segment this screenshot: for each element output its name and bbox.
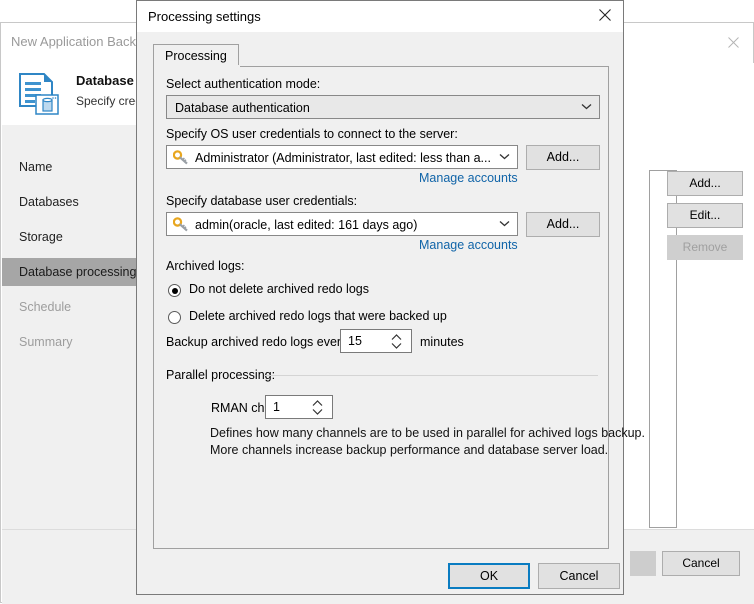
tab-panel-seam — [154, 65, 240, 67]
chevron-down-icon — [581, 96, 592, 118]
os-credentials-add-button[interactable]: Add... — [526, 145, 600, 170]
db-credentials-manage-accounts-link[interactable]: Manage accounts — [419, 238, 518, 252]
db-credentials-value: admin(oracle, last edited: 161 days ago) — [195, 218, 418, 232]
spinner-arrows-icon[interactable] — [311, 398, 324, 417]
key-icon — [172, 150, 189, 165]
tab-panel: Select authentication mode: Database aut… — [153, 66, 645, 549]
spinner-arrows-icon[interactable] — [390, 332, 403, 351]
db-credentials-add-button[interactable]: Add... — [526, 212, 600, 237]
os-credentials-value: Administrator (Administrator, last edite… — [195, 151, 491, 165]
parallel-processing-label: Parallel processing: — [166, 368, 276, 382]
auth-mode-select[interactable]: Database authentication — [166, 95, 600, 119]
add-button[interactable]: Add... — [667, 171, 743, 196]
edit-button[interactable]: Edit... — [667, 203, 743, 228]
ok-button[interactable]: OK — [448, 563, 530, 589]
sidebar-item-databases[interactable]: Databases — [2, 188, 137, 216]
sidebar-item-summary: Summary — [19, 335, 73, 349]
dialog-cancel-button[interactable]: Cancel — [538, 563, 620, 589]
background-window-title: New Application Backup — [11, 34, 151, 49]
sidebar-item-schedule: Schedule — [19, 300, 72, 314]
backup-interval-units: minutes — [420, 335, 464, 349]
backup-interval-stepper[interactable]: 15 — [340, 329, 412, 353]
wizard-sidebar: Name Databases Storage Database processi… — [2, 125, 138, 529]
background-page-subtitle: Specify cred — [76, 94, 143, 108]
tab-processing[interactable]: Processing — [153, 44, 239, 67]
dialog-titlebar: Processing settings — [137, 1, 623, 32]
close-icon[interactable] — [594, 6, 616, 28]
auth-mode-label: Select authentication mode: — [166, 77, 321, 91]
chevron-down-icon — [499, 213, 510, 235]
radio-indicator-unselected — [168, 311, 181, 324]
key-icon — [172, 217, 189, 232]
background-footer-partial-button — [630, 551, 656, 576]
radio-indicator-selected — [168, 284, 181, 297]
db-credentials-label: Specify database user credentials: — [166, 194, 358, 208]
background-cancel-button[interactable]: Cancel — [662, 551, 740, 576]
rman-help-line-1: Defines how many channels are to be used… — [210, 426, 645, 440]
os-credentials-label: Specify OS user credentials to connect t… — [166, 127, 458, 141]
database-document-icon — [14, 69, 64, 119]
radio-label-delete-backed-up: Delete archived redo logs that were back… — [189, 309, 447, 323]
sidebar-item-database-processing[interactable]: Database processing — [2, 258, 137, 286]
processing-settings-dialog: Processing settings Processing Select au… — [136, 0, 645, 595]
backup-interval-value: 15 — [348, 334, 362, 348]
os-credentials-select[interactable]: Administrator (Administrator, last edite… — [166, 145, 518, 169]
sidebar-item-storage[interactable]: Storage — [2, 223, 137, 251]
radio-label-do-not-delete: Do not delete archived redo logs — [189, 282, 369, 296]
rman-channels-stepper[interactable]: 1 — [265, 395, 333, 419]
sidebar-item-name[interactable]: Name — [2, 153, 137, 181]
close-icon[interactable] — [721, 33, 745, 55]
archived-logs-label: Archived logs: — [166, 259, 245, 273]
background-page-title: Database p — [76, 73, 146, 88]
tab-strip: Processing — [153, 44, 609, 67]
parallel-processing-separator — [264, 375, 598, 376]
chevron-down-icon — [499, 146, 510, 168]
db-credentials-select[interactable]: admin(oracle, last edited: 161 days ago) — [166, 212, 518, 236]
rman-channels-value: 1 — [273, 400, 280, 414]
os-credentials-manage-accounts-link[interactable]: Manage accounts — [419, 171, 518, 185]
dialog-title: Processing settings — [148, 9, 261, 24]
backup-interval-label: Backup archived redo logs every: — [166, 335, 351, 349]
remove-button: Remove — [667, 235, 743, 260]
rman-help-line-2: More channels increase backup performanc… — [210, 443, 609, 457]
auth-mode-value: Database authentication — [175, 101, 310, 115]
